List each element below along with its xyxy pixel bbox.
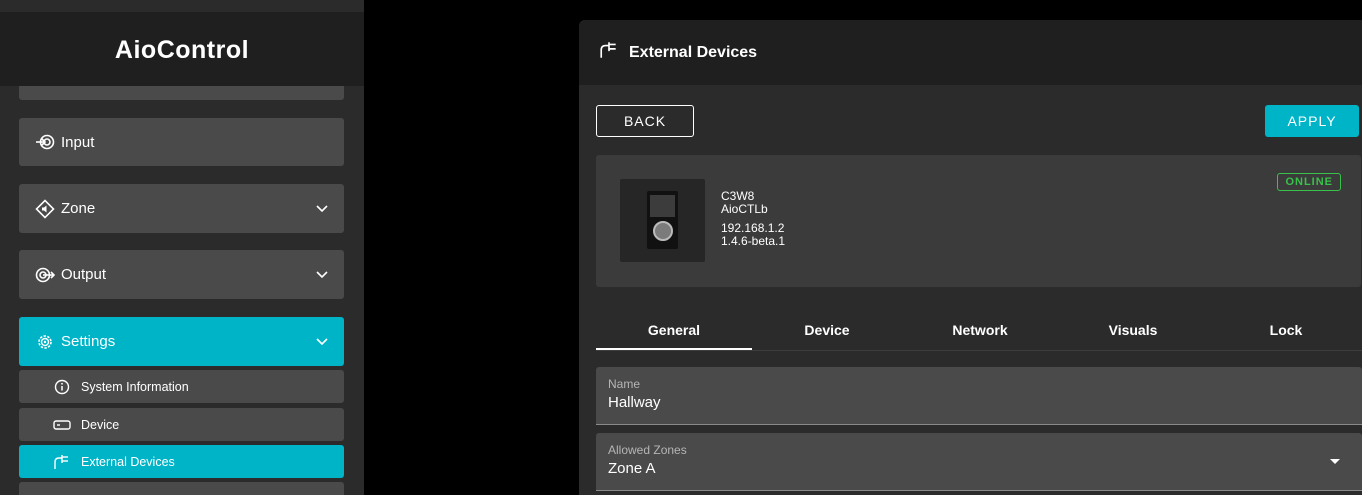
allowed-zones-value: Zone A	[608, 460, 656, 477]
sidebar-item-input[interactable]: Input	[19, 118, 344, 166]
info-icon	[53, 378, 71, 396]
apply-button[interactable]: APPLY	[1265, 105, 1359, 137]
device-summary-panel: C3W8 AioCTLb 192.168.1.2 1.4.6-beta.1 ON…	[596, 155, 1361, 287]
page-title: External Devices	[629, 43, 758, 61]
settings-tabs: General Device Network Visuals Lock	[596, 310, 1362, 350]
tab-device[interactable]: Device	[749, 310, 905, 350]
sidebar-item-settings[interactable]: Settings	[19, 317, 344, 366]
zone-icon	[35, 198, 55, 219]
chevron-down-icon	[315, 268, 329, 282]
sidebar-subitem-system-information[interactable]: System Information	[19, 370, 344, 403]
allowed-zones-select[interactable]: Allowed Zones Zone A	[596, 433, 1362, 491]
output-icon	[35, 265, 55, 285]
sidebar-item-label: Zone	[61, 200, 96, 217]
sidebar-subitem-label: External Devices	[81, 454, 175, 469]
device-icon	[53, 416, 71, 434]
external-devices-icon	[53, 453, 71, 471]
card-header: External Devices	[579, 20, 1362, 85]
sidebar-subitem-device[interactable]: Device	[19, 408, 344, 441]
sidebar-subitem-partial[interactable]	[19, 482, 344, 495]
sidebar: AioControl Input Zone Output Settings Sy…	[0, 0, 364, 495]
sidebar-subitem-label: System Information	[81, 379, 189, 394]
chevron-down-icon	[315, 202, 329, 216]
name-field[interactable]: Name Hallway	[596, 367, 1362, 425]
tab-divider	[596, 350, 1362, 351]
sidebar-item-output[interactable]: Output	[19, 250, 344, 299]
device-image	[647, 191, 678, 249]
sidebar-item-zone[interactable]: Zone	[19, 184, 344, 233]
device-model: AioCTLb	[721, 202, 768, 216]
name-field-label: Name	[608, 377, 641, 391]
tab-network[interactable]: Network	[902, 310, 1058, 350]
device-firmware: 1.4.6-beta.1	[721, 234, 786, 248]
tab-lock[interactable]: Lock	[1208, 310, 1362, 350]
status-badge: ONLINE	[1277, 173, 1341, 191]
back-button[interactable]: BACK	[596, 105, 694, 137]
external-devices-card: External Devices BACK APPLY C3W8 AioCTLb…	[579, 20, 1362, 495]
allowed-zones-label: Allowed Zones	[608, 443, 687, 457]
input-icon	[35, 132, 55, 152]
sidebar-item-label: Settings	[61, 333, 116, 350]
sidebar-item-label: Output	[61, 266, 107, 283]
app-logo-text: AioControl	[114, 36, 250, 64]
device-thumbnail	[620, 179, 705, 262]
sidebar-item-label: Input	[61, 133, 95, 151]
tab-general[interactable]: General	[596, 310, 752, 350]
dropdown-caret-icon	[1330, 459, 1340, 464]
sidebar-subitem-label: Device	[81, 417, 120, 432]
name-field-value: Hallway	[608, 394, 661, 411]
chevron-down-icon	[315, 335, 329, 349]
device-info: C3W8 AioCTLb 192.168.1.2 1.4.6-beta.1	[721, 190, 785, 248]
sidebar-subitem-external-devices[interactable]: External Devices	[19, 445, 344, 478]
brand-header: AioControl	[0, 12, 364, 86]
tab-visuals[interactable]: Visuals	[1055, 310, 1211, 350]
external-devices-icon	[599, 40, 619, 65]
gear-icon	[35, 332, 55, 352]
sidebar-top-stub	[19, 86, 344, 100]
